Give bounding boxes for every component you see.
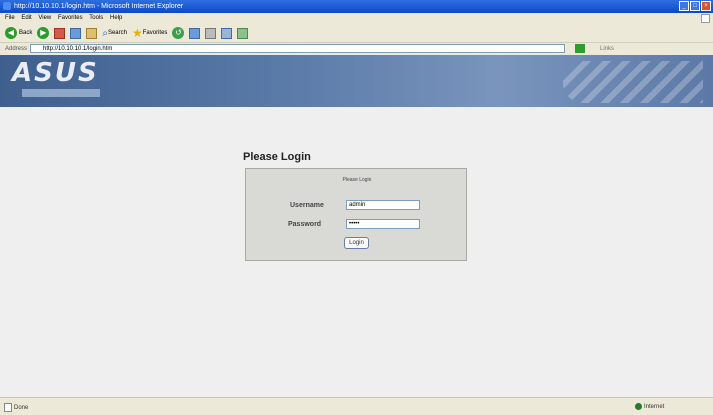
username-input[interactable]: admin	[346, 200, 420, 210]
edit-button[interactable]	[221, 27, 233, 39]
asus-logo: ASUS	[12, 58, 99, 88]
menu-edit[interactable]: Edit	[21, 15, 31, 21]
mail-icon	[189, 27, 201, 39]
forward-button[interactable]: ▶	[37, 27, 50, 39]
login-button[interactable]: Login	[344, 237, 369, 249]
messenger-icon	[237, 27, 249, 39]
menu-view[interactable]: View	[38, 15, 51, 21]
history-icon: ↺	[172, 27, 185, 39]
home-icon	[86, 27, 98, 39]
login-panel: Please Login Username admin Password •••…	[245, 168, 467, 261]
status-bar: Done Internet	[0, 397, 713, 415]
password-input[interactable]: •••••	[346, 219, 420, 229]
username-label: Username	[290, 202, 324, 209]
asus-header-banner: ASUS	[0, 55, 713, 107]
windows-logo-icon	[701, 14, 710, 23]
edit-icon	[221, 27, 233, 39]
messenger-button[interactable]	[237, 27, 249, 39]
window-controls: _ □ ×	[679, 1, 711, 11]
menu-bar: File Edit View Favorites Tools Help	[0, 13, 713, 24]
menu-help[interactable]: Help	[110, 15, 122, 21]
stop-icon	[54, 27, 66, 39]
internet-explorer-icon	[3, 2, 11, 10]
search-label: Search	[107, 30, 127, 36]
refresh-button[interactable]	[70, 27, 82, 39]
address-label: Address	[5, 46, 28, 52]
back-arrow-icon: ◀	[5, 27, 17, 39]
favorites-label: Favorites	[142, 30, 168, 36]
print-icon	[205, 27, 217, 39]
search-button[interactable]: ⌕ Search	[102, 28, 127, 39]
header-decoration	[563, 61, 703, 103]
zone-label: Internet	[644, 404, 665, 411]
forward-arrow-icon: ▶	[37, 27, 50, 39]
go-button[interactable]	[575, 44, 585, 53]
window-title: http://10.10.10.1/login.htm - Microsoft …	[14, 3, 184, 10]
logo-underline-bar	[22, 89, 100, 97]
favorites-button[interactable]: ★ Favorites	[132, 26, 167, 40]
star-icon: ★	[131, 26, 143, 40]
status-done: Done	[14, 405, 29, 412]
address-input[interactable]: http://10.10.10.1/login.htm	[30, 44, 565, 53]
window-title-bar: http://10.10.10.1/login.htm - Microsoft …	[0, 0, 713, 13]
home-button[interactable]	[86, 27, 98, 39]
menu-file[interactable]: File	[5, 15, 15, 21]
globe-icon	[635, 403, 642, 410]
address-bar: Address http://10.10.10.1/login.htm Link…	[0, 43, 713, 55]
close-button[interactable]: ×	[701, 1, 711, 11]
login-panel-title: Please Login	[342, 177, 372, 183]
maximize-button[interactable]: □	[690, 1, 700, 11]
menu-favorites[interactable]: Favorites	[58, 15, 83, 21]
menu-tools[interactable]: Tools	[89, 15, 103, 21]
stop-button[interactable]	[54, 27, 66, 39]
browser-toolbar: ◀ Back ▶ ⌕ Search ★ Favorites ↺	[0, 24, 713, 43]
page-icon	[4, 403, 12, 412]
security-zone: Internet	[635, 403, 664, 410]
back-button[interactable]: ◀ Back	[5, 27, 32, 39]
history-button[interactable]: ↺	[172, 27, 185, 39]
page-content: Please Login Please Login Username admin…	[0, 107, 713, 397]
mail-button[interactable]	[189, 27, 201, 39]
refresh-icon	[70, 27, 82, 39]
password-label: Password	[288, 221, 322, 228]
login-heading: Please Login	[243, 151, 311, 163]
minimize-button[interactable]: _	[679, 1, 689, 11]
print-button[interactable]	[205, 27, 217, 39]
back-label: Back	[19, 30, 33, 36]
links-label[interactable]: Links	[600, 43, 614, 55]
status-text: Done	[4, 403, 28, 412]
